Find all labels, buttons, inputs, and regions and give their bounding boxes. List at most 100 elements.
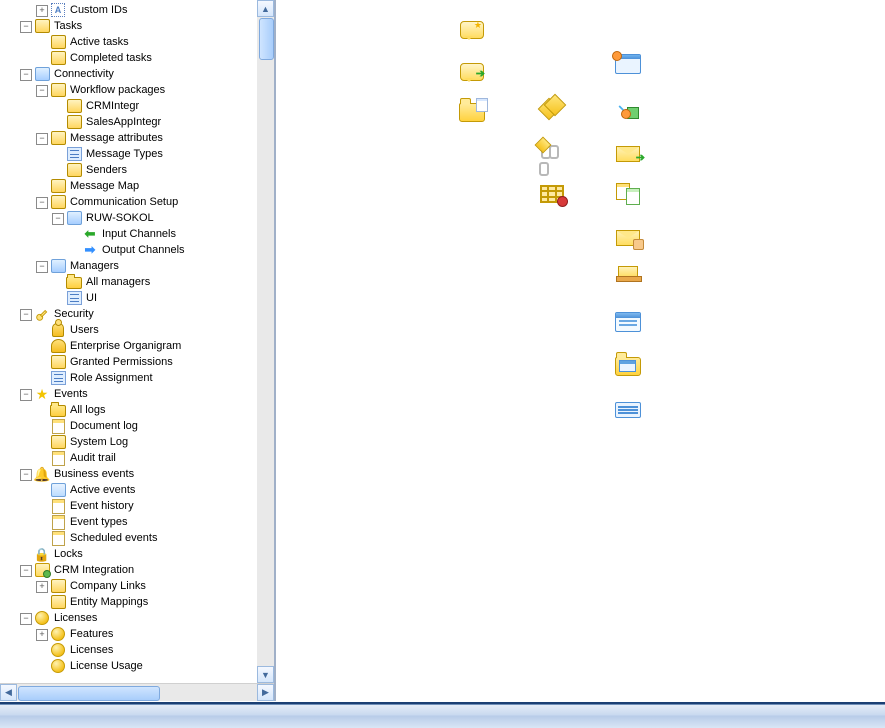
tree-node-connectivity[interactable]: − Connectivity (4, 66, 274, 82)
tree-label: Scheduled events (69, 532, 157, 544)
tree-scroll-area[interactable]: + A Custom IDs − Tasks Active tasks (0, 0, 274, 683)
letter-icon: A (50, 2, 66, 18)
tree-node-event-types[interactable]: Event types (4, 514, 274, 530)
tree-node-message-attributes[interactable]: − Message attributes (4, 130, 274, 146)
tree-node-license-usage[interactable]: License Usage (4, 658, 274, 674)
tree-node-workflow-packages[interactable]: − Workflow packages (4, 82, 274, 98)
action-outbox-icon[interactable] (614, 262, 642, 286)
senders-icon (66, 162, 82, 178)
tree-node-ui[interactable]: UI (4, 290, 274, 306)
tree-node-senders[interactable]: Senders (4, 162, 274, 178)
expand-toggle[interactable]: + (36, 5, 48, 17)
action-convert-icon[interactable]: ↘ (614, 98, 642, 122)
action-send-mail-icon[interactable]: ➔ (614, 142, 642, 166)
scroll-down-button[interactable]: ▼ (257, 666, 274, 683)
tree-node-custom-ids[interactable]: + A Custom IDs (4, 2, 274, 18)
tree-label: Connectivity (53, 68, 114, 80)
tree-node-output-channels[interactable]: ➡ Output Channels (4, 242, 274, 258)
tree-node-completed-tasks[interactable]: Completed tasks (4, 50, 274, 66)
managers-icon (50, 258, 66, 274)
tree-label: Custom IDs (69, 4, 127, 16)
action-process-icon[interactable] (538, 96, 566, 120)
tree-node-event-history[interactable]: Event history (4, 498, 274, 514)
tree-node-company-links[interactable]: + Company Links (4, 578, 274, 594)
tree-node-events[interactable]: − ★ Events (4, 386, 274, 402)
expand-toggle[interactable]: − (20, 565, 32, 577)
tree-node-active-tasks[interactable]: Active tasks (4, 34, 274, 50)
badge-icon (50, 642, 66, 658)
expand-toggle[interactable]: − (52, 213, 64, 225)
scroll-thumb[interactable] (18, 686, 160, 701)
package-icon (50, 82, 66, 98)
expand-toggle[interactable]: − (20, 309, 32, 321)
tree-node-business-events[interactable]: − 🔔 Business events (4, 466, 274, 482)
tree-node-crm-integration[interactable]: − CRM Integration (4, 562, 274, 578)
app-root: + A Custom IDs − Tasks Active tasks (0, 0, 885, 701)
expand-toggle[interactable]: + (36, 629, 48, 641)
schedule-icon (50, 530, 66, 546)
expand-toggle[interactable]: − (36, 133, 48, 145)
badge-icon (50, 658, 66, 674)
tree-node-granted-permissions[interactable]: Granted Permissions (4, 354, 274, 370)
tree-node-crmintegr[interactable]: CRMIntegr (4, 98, 274, 114)
expand-toggle[interactable]: + (36, 581, 48, 593)
lock-icon: 🔒 (34, 546, 50, 562)
tree-node-entity-mappings[interactable]: Entity Mappings (4, 594, 274, 610)
action-receive-mail-icon[interactable] (614, 226, 642, 250)
action-open-folder-icon[interactable] (458, 100, 486, 124)
tree-node-licenses[interactable]: − Licenses (4, 610, 274, 626)
scroll-thumb[interactable] (259, 18, 274, 60)
tree-node-managers[interactable]: − Managers (4, 258, 274, 274)
tree-label: CRM Integration (53, 564, 134, 576)
tree-node-role-assignment[interactable]: Role Assignment (4, 370, 274, 386)
action-list-view-icon[interactable] (614, 398, 642, 422)
tree-node-salesappintegr[interactable]: SalesAppIntegr (4, 114, 274, 130)
tree-node-message-map[interactable]: Message Map (4, 178, 274, 194)
action-folder-form-icon[interactable] (614, 354, 642, 378)
tree-node-active-events[interactable]: Active events (4, 482, 274, 498)
expand-toggle[interactable]: − (20, 21, 32, 33)
tree-node-message-types[interactable]: Message Types (4, 146, 274, 162)
tree-node-all-logs[interactable]: All logs (4, 402, 274, 418)
action-form-view-icon[interactable] (614, 310, 642, 334)
expand-toggle[interactable]: − (36, 197, 48, 209)
action-comment-forward-icon[interactable]: ➔ (458, 60, 486, 84)
action-table-delete-icon[interactable] (538, 182, 566, 206)
scroll-left-button[interactable]: ◀ (0, 684, 17, 701)
tree-node-audit-trail[interactable]: Audit trail (4, 450, 274, 466)
tree-node-locks[interactable]: 🔒 Locks (4, 546, 274, 562)
scroll-up-button[interactable]: ▲ (257, 0, 274, 17)
tree-node-communication-setup[interactable]: − Communication Setup (4, 194, 274, 210)
tree-node-all-managers[interactable]: All managers (4, 274, 274, 290)
action-comment-new-icon[interactable]: ★ (458, 18, 486, 42)
action-link-icon[interactable] (538, 140, 566, 164)
tree-label: Company Links (69, 580, 146, 592)
tree-node-system-log[interactable]: System Log (4, 434, 274, 450)
action-new-window-icon[interactable] (614, 52, 642, 76)
tree-label: Business events (53, 468, 134, 480)
horizontal-scrollbar[interactable]: ◀ ▶ (0, 683, 274, 701)
expand-toggle[interactable]: − (36, 261, 48, 273)
expand-toggle[interactable]: − (20, 469, 32, 481)
message-icon (50, 130, 66, 146)
tree-label: Message Map (69, 180, 139, 192)
tree-node-users[interactable]: Users (4, 322, 274, 338)
tree-node-tasks[interactable]: − Tasks (4, 18, 274, 34)
tree-label: Output Channels (101, 244, 185, 256)
expand-toggle[interactable]: − (20, 69, 32, 81)
expand-toggle[interactable]: − (36, 85, 48, 97)
scroll-right-button[interactable]: ▶ (257, 684, 274, 701)
tree-node-security[interactable]: − Security (4, 306, 274, 322)
tree-node-features[interactable]: + Features (4, 626, 274, 642)
tree-node-scheduled-events[interactable]: Scheduled events (4, 530, 274, 546)
tree-node-ruw-sokol[interactable]: − RUW-SOKOL (4, 210, 274, 226)
tree-node-document-log[interactable]: Document log (4, 418, 274, 434)
expand-toggle[interactable]: − (20, 389, 32, 401)
tree-node-licenses-child[interactable]: Licenses (4, 642, 274, 658)
nav-tree[interactable]: + A Custom IDs − Tasks Active tasks (0, 2, 274, 674)
tree-node-enterprise-organigram[interactable]: Enterprise Organigram (4, 338, 274, 354)
action-documents-icon[interactable] (614, 182, 642, 206)
vertical-scrollbar[interactable]: ▲ ▼ (257, 0, 274, 683)
expand-toggle[interactable]: − (20, 613, 32, 625)
tree-node-input-channels[interactable]: ⬅ Input Channels (4, 226, 274, 242)
